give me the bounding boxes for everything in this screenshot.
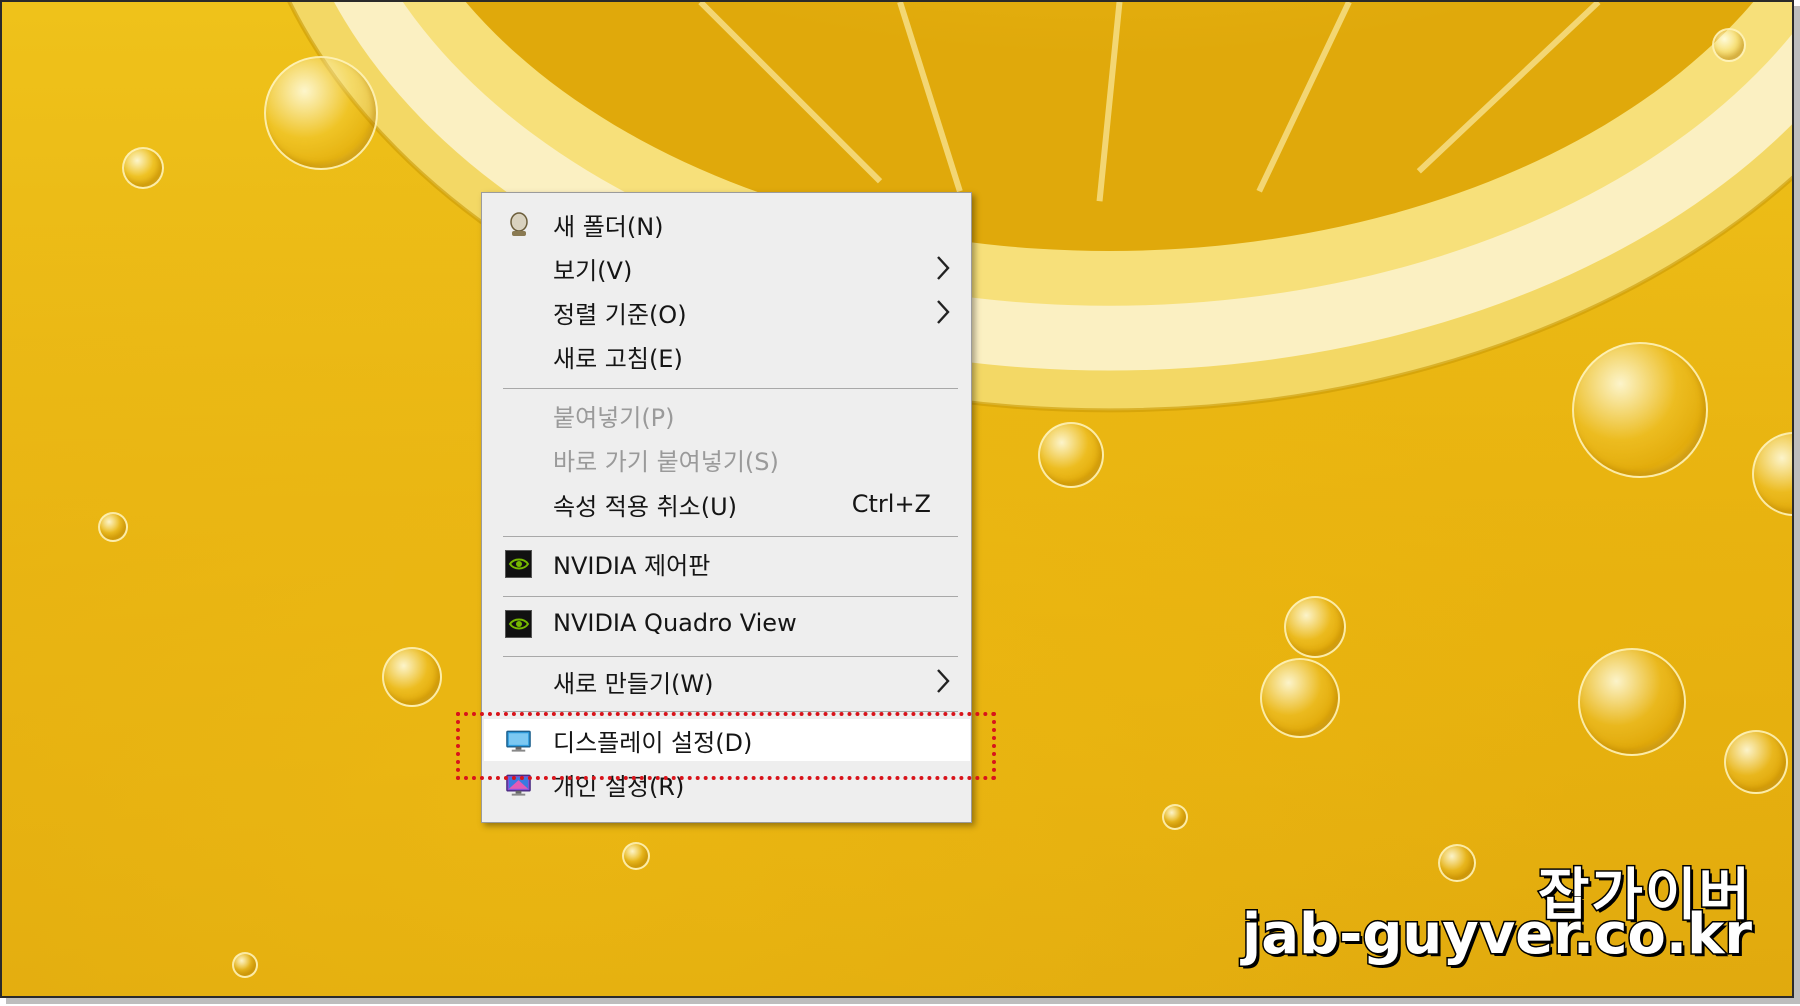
menu-item-shortcut: Ctrl+Z <box>851 490 931 518</box>
menu-item-label: NVIDIA Quadro View <box>553 609 797 637</box>
bubble <box>1284 596 1346 658</box>
chevron-right-icon <box>937 256 950 280</box>
menu-item-label: NVIDIA 제어판 <box>553 551 711 580</box>
bubble <box>622 842 650 870</box>
highlight-annotation-box <box>456 712 996 780</box>
menu-item-sort-by[interactable]: 정렬 기준(O) <box>484 291 970 333</box>
menu-item-label: 새 폴더(N) <box>553 212 664 241</box>
menu-item-label: 새로 고침(E) <box>553 344 683 373</box>
menu-item-new-folder[interactable]: 새 폴더(N) <box>484 203 970 245</box>
new-folder-icon <box>505 211 532 238</box>
menu-item-refresh[interactable]: 새로 고침(E) <box>484 335 970 377</box>
menu-separator <box>503 656 958 657</box>
nvidia-icon <box>505 549 532 578</box>
bubble <box>1712 28 1746 62</box>
bubble <box>1038 422 1104 488</box>
bubble <box>122 147 164 189</box>
menu-separator <box>503 536 958 537</box>
menu-item-view[interactable]: 보기(V) <box>484 247 970 289</box>
menu-item-undo-properties[interactable]: 속성 적용 취소(U) Ctrl+Z <box>484 483 970 525</box>
menu-item-label: 속성 적용 취소(U) <box>553 492 738 521</box>
menu-item-paste: 붙여넣기(P) <box>484 394 970 436</box>
bubble <box>1162 804 1188 830</box>
bubble <box>1260 658 1340 738</box>
menu-item-label: 바로 가기 붙여넣기(S) <box>553 447 779 476</box>
nvidia-icon <box>505 609 532 638</box>
menu-separator <box>503 596 958 597</box>
chevron-right-icon <box>937 669 950 693</box>
bubble <box>1572 342 1708 478</box>
menu-item-nvidia-quadro-view[interactable]: NVIDIA Quadro View <box>484 602 970 644</box>
bubble <box>232 952 258 978</box>
menu-item-label: 보기(V) <box>553 256 633 285</box>
menu-item-nvidia-control-panel[interactable]: NVIDIA 제어판 <box>484 542 970 584</box>
menu-item-new[interactable]: 새로 만들기(W) <box>484 660 970 702</box>
bubble <box>1438 844 1476 882</box>
bubble <box>1578 648 1686 756</box>
bubble <box>98 512 128 542</box>
menu-item-paste-shortcut: 바로 가기 붙여넣기(S) <box>484 438 970 480</box>
bubble <box>264 56 378 170</box>
menu-separator <box>503 388 958 389</box>
bubble <box>1724 730 1788 794</box>
bubble <box>382 647 442 707</box>
chevron-right-icon <box>937 300 950 324</box>
menu-item-label: 정렬 기준(O) <box>553 300 687 329</box>
menu-item-label: 새로 만들기(W) <box>553 669 714 698</box>
watermark-url: jab-guyver.co.kr <box>1241 901 1754 969</box>
menu-item-label: 붙여넣기(P) <box>553 403 675 432</box>
